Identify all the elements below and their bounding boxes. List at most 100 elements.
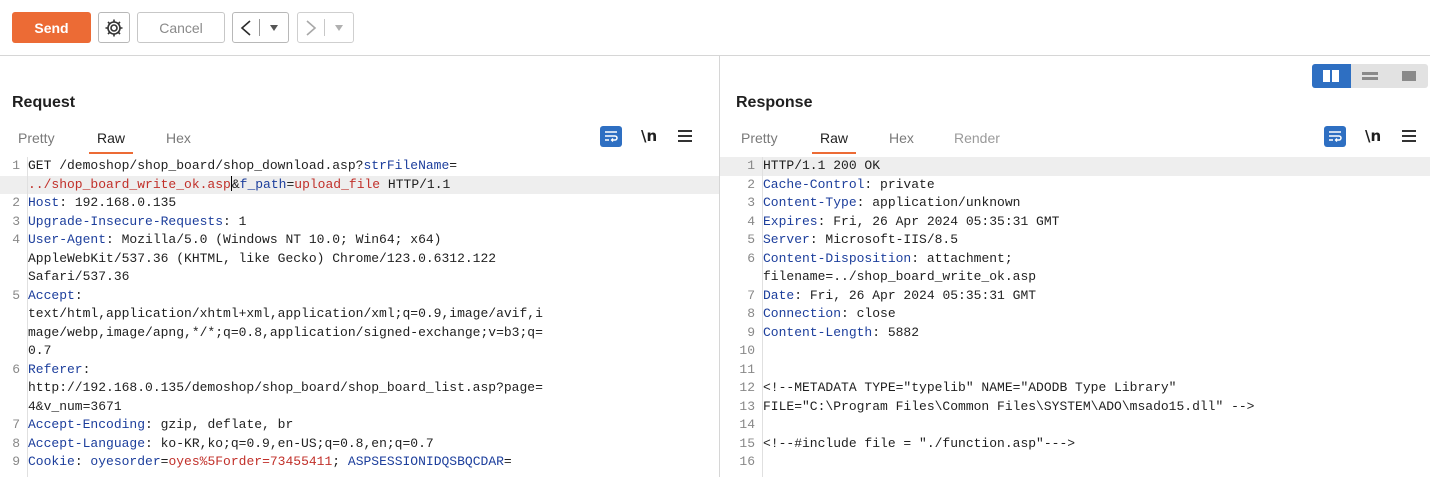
tab-raw[interactable]: Raw	[811, 126, 857, 154]
code-text: : gzip, deflate, br	[145, 417, 294, 432]
menu-icon[interactable]	[678, 130, 693, 142]
code-line: 4 User-Agent: Mozilla/5.0 (Windows NT 10.…	[0, 231, 719, 250]
line-text: Accept-Language: ko-KR,ko;q=0.9,en-US;q=…	[24, 435, 434, 454]
code-line: 8 Accept-Language: ko-KR,ko;q=0.9,en-US;q…	[0, 435, 719, 454]
code-text: HTTP/1.1	[380, 176, 451, 192]
code-line: 15 <!--#include file = "./function.asp"--…	[720, 435, 1430, 454]
tab-hex[interactable]: Hex	[166, 126, 191, 154]
tab-hex[interactable]: Hex	[889, 126, 914, 154]
gear-icon	[105, 19, 123, 36]
layout-top-bottom-button[interactable]	[1351, 64, 1390, 88]
header-name: Server	[763, 232, 810, 247]
word-wrap-icon[interactable]	[600, 125, 622, 147]
line-text: 4&v_num=3671	[24, 398, 122, 417]
layout-tabs-button[interactable]	[1389, 64, 1428, 88]
line-text: HTTP/1.1 200 OK	[759, 157, 880, 176]
tab-render[interactable]: Render	[954, 126, 1000, 154]
chevron-right-icon	[298, 19, 324, 36]
line-text: Cookie: oyesorder = oyes%5Forder=73455411;…	[24, 453, 512, 472]
show-newlines-button[interactable]: \n	[1365, 127, 1381, 145]
code-text: : Fri, 26 Apr 2024 05:35:31 GMT	[794, 287, 1037, 303]
response-editor[interactable]: 1 HTTP/1.1 200 OK 2 Cache-Control: private 3…	[720, 157, 1430, 477]
code-line: http://192.168.0.135/demoshop/shop_board…	[0, 379, 719, 398]
line-text: <!--#include file = "./function.asp"--->	[759, 435, 1075, 454]
response-title: Response	[736, 94, 813, 111]
header-name: Referer	[28, 361, 83, 377]
code-line: filename=../shop_board_write_ok.asp	[720, 268, 1430, 287]
history-back-dropdown[interactable]	[260, 24, 288, 31]
code-line: 6 Referer:	[0, 361, 719, 380]
line-text: mage/webp,image/apng,*/*;q=0.8,applicati…	[24, 324, 543, 343]
code-line: 5 Server: Microsoft-IIS/8.5	[720, 231, 1430, 250]
header-name: Accept-Language	[28, 435, 146, 451]
code-text: : 5882	[872, 324, 920, 340]
request-editor[interactable]: 1 GET /demoshop/shop_board/shop_download.…	[0, 157, 719, 477]
code-text: GET /demoshop/shop_board/shop_download.a…	[28, 158, 364, 173]
code-line: 13 FILE="C:\Program Files\Common Files\SY…	[720, 398, 1430, 417]
code-line: 9 Content-Length: 5882	[720, 324, 1430, 343]
show-newlines-button[interactable]: \n	[641, 127, 657, 145]
code-text: 0.7	[28, 343, 52, 358]
code-line: 2 Host: 192.168.0.135	[0, 194, 719, 213]
param-name: oyesorder	[90, 454, 161, 469]
tab-pretty[interactable]: Pretty	[18, 126, 55, 154]
history-forward-button[interactable]	[297, 12, 354, 43]
code-text: : Microsoft-IIS/8.5	[809, 232, 959, 247]
code-line: 6 Content-Disposition: attachment;	[720, 250, 1430, 269]
response-panel: Response Pretty Raw Hex Render \n 1 HTTP/…	[720, 56, 1430, 477]
code-line: 7 Accept-Encoding: gzip, deflate, br	[0, 416, 719, 435]
code-text: :	[82, 361, 91, 377]
code-line: 4 Expires: Fri, 26 Apr 2024 05:35:31 GMT	[720, 213, 1430, 232]
cancel-button[interactable]: Cancel	[137, 12, 225, 43]
header-name: Expires	[763, 213, 818, 229]
code-text: : application/unknown	[856, 195, 1021, 210]
code-text: =	[503, 454, 512, 469]
response-editor-tools: \n	[1324, 124, 1417, 148]
code-text: ;	[332, 454, 348, 469]
header-name: Date	[763, 287, 795, 303]
line-text: AppleWebKit/537.36 (KHTML, like Gecko) C…	[24, 250, 496, 269]
code-text: <!--METADATA TYPE="typelib" NAME="ADODB …	[763, 380, 1177, 395]
history-forward-dropdown[interactable]	[325, 24, 353, 31]
param-value: upload_file	[294, 176, 381, 192]
line-text: filename=../shop_board_write_ok.asp	[759, 268, 1036, 287]
line-text: Content-Length: 5882	[759, 324, 919, 343]
code-text: : 192.168.0.135	[59, 195, 177, 210]
line-text: Host: 192.168.0.135	[24, 194, 176, 213]
code-line: 1 GET /demoshop/shop_board/shop_download.…	[0, 157, 719, 176]
word-wrap-icon[interactable]	[1324, 125, 1346, 147]
tab-pretty[interactable]: Pretty	[741, 126, 778, 154]
header-name: Upgrade-Insecure-Requests	[28, 213, 224, 229]
send-button[interactable]: Send	[12, 12, 91, 43]
code-line: 7 Date: Fri, 26 Apr 2024 05:35:31 GMT	[720, 287, 1430, 306]
line-text: FILE="C:\Program Files\Common Files\SYST…	[759, 398, 1254, 417]
line-text: User-Agent: Mozilla/5.0 (Windows NT 10.0…	[24, 231, 441, 250]
code-line: 11	[720, 361, 1430, 380]
code-line: 3 Upgrade-Insecure-Requests: 1	[0, 213, 719, 232]
code-text: Safari/537.36	[28, 269, 130, 284]
code-line: AppleWebKit/537.36 (KHTML, like Gecko) C…	[0, 250, 719, 269]
rows-icon	[1362, 72, 1378, 80]
header-name: User-Agent	[28, 232, 107, 247]
line-text: Connection: close	[759, 305, 896, 324]
code-text: : attachment;	[911, 250, 1013, 266]
request-title: Request	[12, 94, 76, 111]
response-lines: 1 HTTP/1.1 200 OK 2 Cache-Control: private 3…	[720, 157, 1430, 472]
menu-icon[interactable]	[1402, 130, 1417, 142]
code-text: :	[74, 454, 91, 469]
param-value: oyes%5Forder=73455411	[168, 454, 333, 469]
layout-side-by-side-button[interactable]	[1312, 64, 1351, 88]
history-back-button[interactable]	[232, 12, 289, 43]
header-name: Cache-Control	[763, 176, 865, 192]
line-text: http://192.168.0.135/demoshop/shop_board…	[24, 379, 543, 398]
settings-button[interactable]	[98, 12, 130, 43]
header-name: Connection	[763, 306, 842, 321]
code-text: : close	[841, 306, 896, 321]
code-line: 12 <!--METADATA TYPE="typelib" NAME="ADOD…	[720, 379, 1430, 398]
columns-icon	[1323, 70, 1340, 82]
code-text: 4&v_num=3671	[28, 398, 122, 414]
tab-raw[interactable]: Raw	[88, 126, 134, 154]
code-line: 3 Content-Type: application/unknown	[720, 194, 1430, 213]
layout-toggle	[1312, 64, 1428, 88]
single-pane-icon	[1401, 71, 1416, 81]
